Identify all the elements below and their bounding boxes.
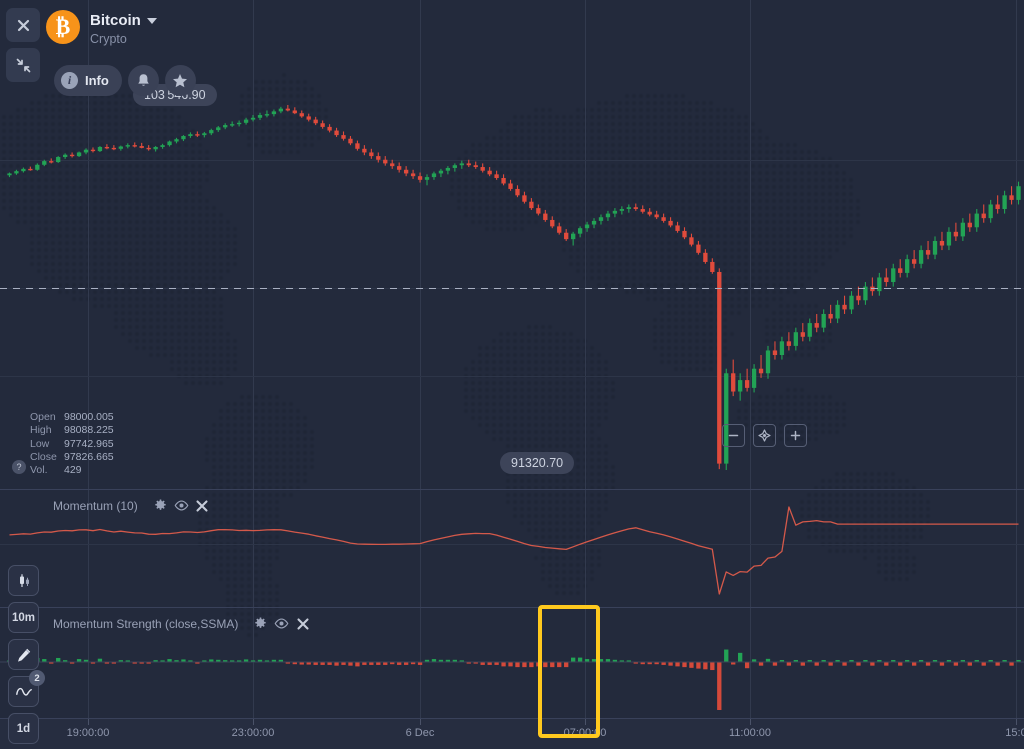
candlestick-icon (19, 573, 29, 587)
zoom-out-button[interactable] (722, 424, 745, 447)
indicator-settings-button[interactable] (150, 495, 171, 516)
left-toolbar: 10m 2 1d (8, 565, 45, 744)
plus-icon (790, 430, 801, 441)
indicator-name: Momentum Strength (close,SSMA) (53, 616, 239, 631)
time-axis-tick (253, 719, 254, 725)
info-icon: i (61, 72, 78, 89)
time-axis-tick (88, 719, 89, 725)
indicators-button[interactable]: 2 (8, 670, 45, 707)
ohlc-value: 97742.965 (64, 437, 114, 450)
gear-icon (155, 499, 166, 510)
time-axis-tick (1016, 719, 1017, 725)
bitcoin-symbol: ₿ (55, 14, 71, 39)
minus-icon (728, 434, 739, 437)
help-icon[interactable]: ? (12, 460, 26, 474)
collapse-arrows-icon (16, 58, 30, 72)
time-axis-tick (585, 719, 586, 725)
ohlc-key: Vol. (30, 464, 48, 477)
time-axis-label: 11:00:00 (728, 727, 772, 739)
pane-divider-1 (0, 489, 1024, 490)
trading-chart-app: ₿ Bitcoin Crypto i Info 103 546.90 91320… (0, 0, 1024, 749)
collapse-button[interactable] (6, 48, 40, 82)
instrument-name: Bitcoin (90, 12, 141, 29)
time-axis-label: 6 Dec (405, 727, 435, 739)
time-axis-label: 19:00:00 (66, 727, 110, 739)
ohlc-value: 97826.665 (64, 450, 114, 463)
chevron-down-icon[interactable] (146, 17, 157, 24)
drawing-tools-button[interactable] (8, 639, 39, 670)
period-button[interactable]: 1d (8, 713, 39, 744)
ohlc-value: 98000.005 (64, 411, 114, 423)
crosshair-target-icon (758, 429, 771, 442)
wave-icon (15, 687, 32, 696)
info-button[interactable]: i Info (54, 65, 122, 96)
indicator-remove-button[interactable] (192, 495, 213, 516)
instrument-category: Crypto (90, 32, 127, 46)
alert-button[interactable] (127, 65, 159, 96)
indicator-settings-button[interactable] (250, 613, 271, 634)
chart-type-button[interactable] (8, 565, 39, 596)
period-label: 1d (16, 722, 31, 735)
time-axis-label: 07:00:00 (563, 727, 607, 739)
ohlc-key: Low (30, 437, 50, 450)
ohlc-key: High (30, 424, 52, 437)
price-level-line (0, 288, 1024, 289)
instrument-actions: i Info (54, 65, 196, 96)
time-axis-tick (420, 719, 421, 725)
ohlc-legend: Open 98000.005 High 98088.225 Low 97742.965 Cl… (30, 411, 114, 477)
ohlc-key: Close (30, 450, 57, 463)
indicator-remove-button[interactable] (292, 613, 313, 634)
ohlc-row: Close 97826.665 (30, 451, 114, 464)
zoom-controls (722, 424, 807, 447)
star-icon (173, 73, 188, 87)
ohlc-row: Low 97742.965 (30, 438, 114, 451)
reset-zoom-button[interactable] (753, 424, 776, 447)
pane-divider-2 (0, 607, 1024, 608)
indicator-name: Momentum (10) (53, 498, 138, 513)
indicator-title-momentum-strength: Momentum Strength (close,SSMA) (53, 613, 313, 634)
indicator-visibility-button[interactable] (271, 613, 292, 634)
ohlc-row: High 98088.225 (30, 424, 114, 437)
instrument-name-row[interactable]: Bitcoin (90, 12, 157, 29)
close-button[interactable] (6, 8, 40, 42)
ohlc-value: 98088.225 (64, 424, 114, 437)
indicators-count-badge: 2 (29, 670, 45, 686)
ohlc-row: Open 98000.005 (30, 411, 114, 424)
gear-icon (255, 617, 267, 628)
time-axis[interactable]: 19:00:00 23:00:00 6 Dec 07:00:00 11:00:00 15:… (0, 718, 1024, 749)
instrument-header[interactable]: ₿ Bitcoin Crypto (46, 10, 157, 46)
close-icon (196, 499, 208, 512)
ohlc-row: Vol. 429 (30, 464, 114, 477)
favorite-button[interactable] (164, 65, 196, 96)
zoom-in-button[interactable] (784, 424, 807, 447)
eye-icon (174, 500, 189, 511)
timeframe-button[interactable]: 10m (8, 602, 39, 633)
bell-icon (138, 73, 149, 86)
timeframe-label: 10m (11, 611, 36, 624)
indicator-title-momentum: Momentum (10) (53, 495, 213, 516)
info-button-label: Info (85, 73, 109, 88)
bitcoin-logo-icon: ₿ (46, 10, 80, 44)
ohlc-key: Open (30, 411, 56, 423)
instrument-text: Bitcoin Crypto (90, 10, 157, 46)
ohlc-value: 429 (64, 464, 82, 477)
pencil-icon (17, 648, 30, 662)
eye-icon (274, 618, 289, 629)
time-axis-label: 23:00:00 (231, 727, 275, 739)
close-icon (17, 19, 29, 31)
time-axis-tick (750, 719, 751, 725)
close-icon (297, 617, 309, 630)
time-axis-label: 15:0 (1005, 727, 1024, 739)
indicator-visibility-button[interactable] (171, 495, 192, 516)
price-tag-low: 91320.70 (500, 452, 575, 474)
